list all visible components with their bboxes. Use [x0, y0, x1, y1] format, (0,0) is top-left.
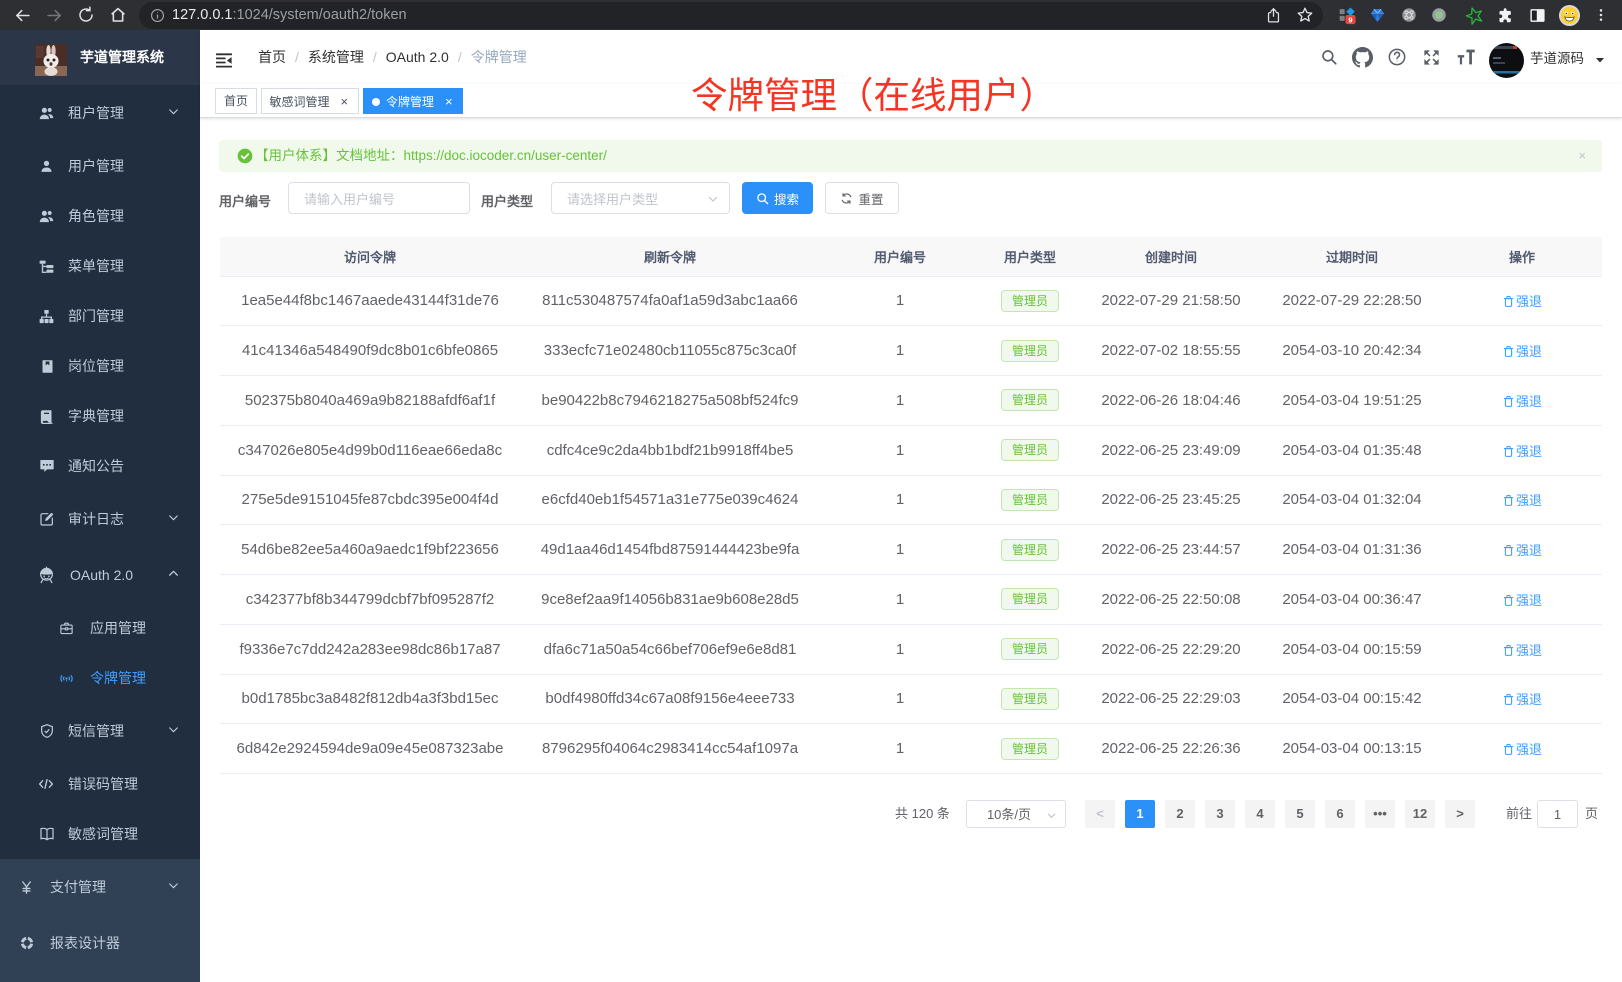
svg-text:9: 9 — [1348, 16, 1352, 25]
